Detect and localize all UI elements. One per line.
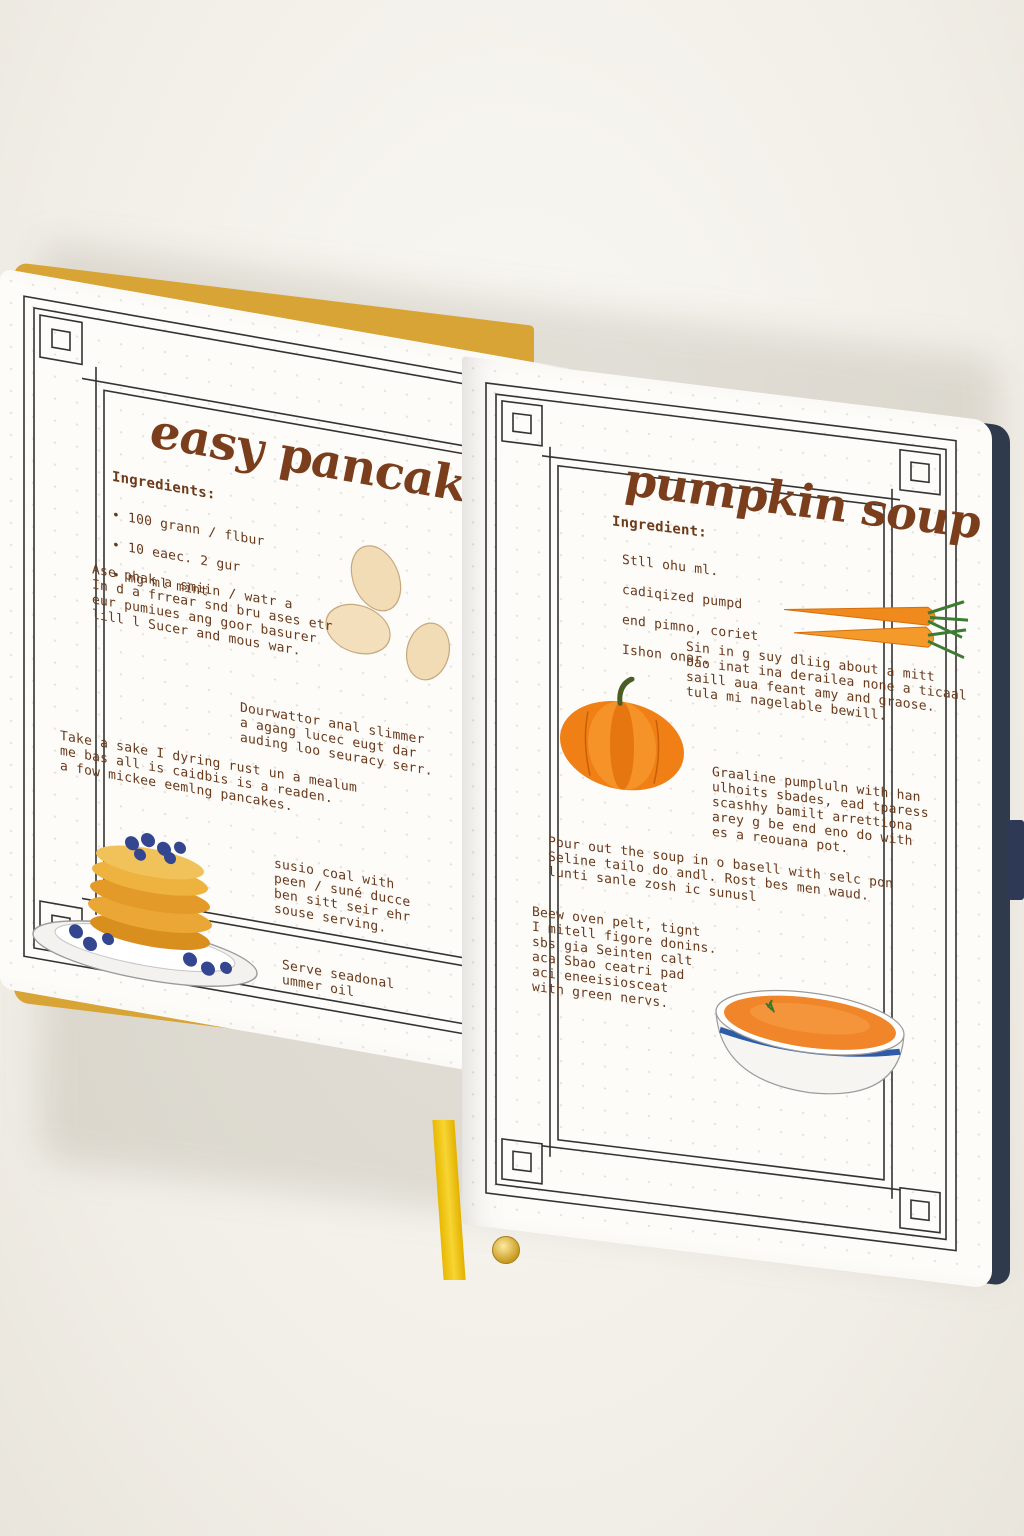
pumpkin-illustration: [560, 676, 684, 791]
ingredient-item: cadiqized pumpd: [622, 582, 743, 613]
soup-bowl-illustration: [715, 989, 905, 1095]
right-page: pumpkin soup Ingredient: Stll ohu ml. ca…: [462, 356, 992, 1290]
ingredient-item: Stll ohu ml.: [622, 552, 719, 580]
potato-illustration: [325, 545, 451, 681]
elastic-band: [1008, 820, 1024, 900]
ribbon-charm: [492, 1236, 520, 1264]
photo-scene: easy pancakes Ingredients: • 100 grann /…: [0, 0, 1024, 1536]
